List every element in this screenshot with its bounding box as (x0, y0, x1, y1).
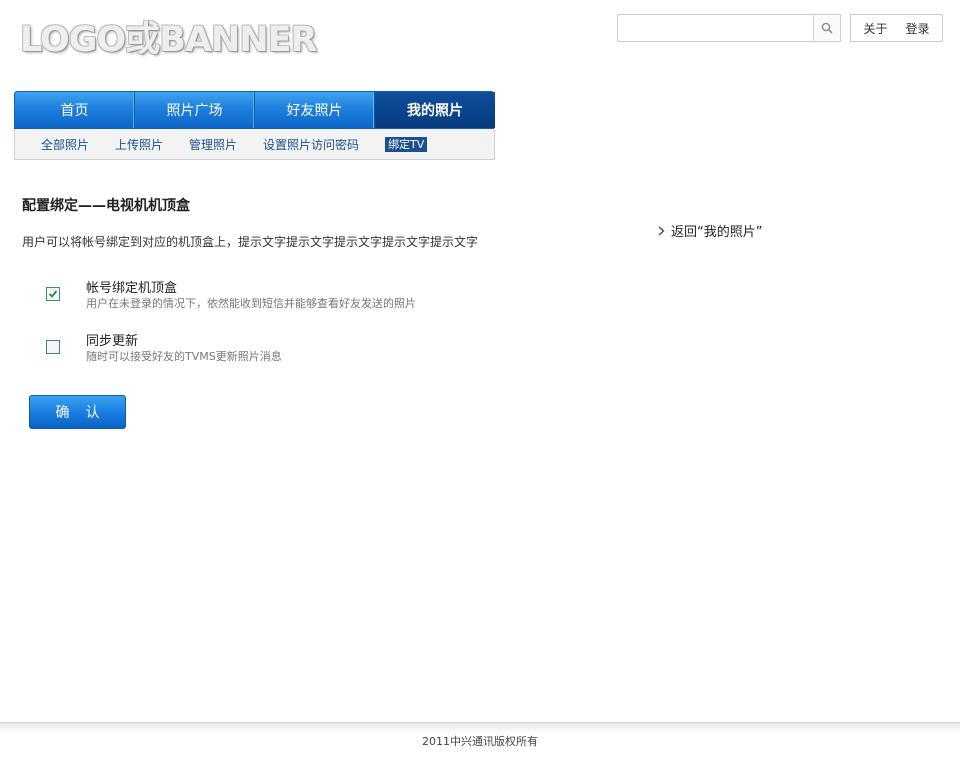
intro-text: 用户可以将帐号绑定到对应的机顶盒上，提示文字提示文字提示文字提示文字提示文字 (22, 235, 479, 249)
search-button[interactable] (813, 15, 840, 41)
about-link[interactable]: 关于 (863, 20, 887, 37)
search-input[interactable] (618, 15, 812, 41)
option-description: 随时可以接受好友的TVMS更新照片消息 (86, 350, 282, 363)
footer: 2011中兴通讯版权所有 (0, 722, 960, 759)
sync-update-checkbox[interactable] (46, 340, 60, 354)
logo-banner: LOGO或BANNER (20, 20, 317, 60)
bind-stb-checkbox[interactable] (46, 287, 60, 301)
subnav-bind-tv[interactable]: 绑定TV (385, 136, 428, 152)
search-icon (821, 22, 833, 34)
login-link[interactable]: 登录 (906, 20, 930, 37)
page: LOGO或BANNER 关于 登录 首页 照片广场 好友照片 我的照片 全部照片… (0, 0, 960, 780)
chevron-right-icon (658, 226, 665, 235)
nav-item-friends-photos[interactable]: 好友照片 (255, 92, 375, 128)
sub-nav: 全部照片 上传照片 管理照片 设置照片访问密码 绑定TV (14, 129, 495, 160)
subnav-upload-photos[interactable]: 上传照片 (115, 136, 163, 153)
subnav-manage-photos[interactable]: 管理照片 (189, 136, 237, 153)
search-box (617, 14, 841, 42)
option-description: 用户在未登录的情况下，依然能收到短信并能够查看好友发送的照片 (86, 297, 416, 310)
main-nav: 首页 照片广场 好友照片 我的照片 (14, 91, 495, 129)
subnav-photo-password[interactable]: 设置照片访问密码 (263, 136, 359, 153)
option-title: 同步更新 (86, 334, 139, 349)
back-link-label: 返回“我的照片” (671, 225, 763, 240)
option-title: 帐号绑定机顶盒 (86, 281, 178, 296)
confirm-button[interactable]: 确认 (29, 395, 126, 429)
nav-item-my-photos[interactable]: 我的照片 (375, 92, 495, 128)
nav-item-home[interactable]: 首页 (15, 92, 135, 128)
user-links: 关于 登录 (850, 14, 943, 42)
copyright-text: 2011中兴通讯版权所有 (422, 735, 538, 748)
back-to-my-photos-link[interactable]: 返回“我的照片” (658, 221, 762, 240)
nav-item-photo-square[interactable]: 照片广场 (135, 92, 255, 128)
page-title: 配置绑定——电视机机顶盒 (22, 198, 190, 214)
subnav-all-photos[interactable]: 全部照片 (41, 136, 89, 153)
checkmark-icon (48, 290, 58, 298)
